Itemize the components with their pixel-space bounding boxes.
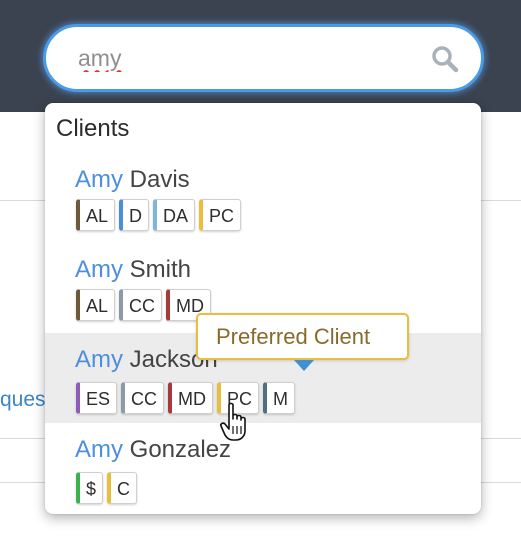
- results-section-title: Clients: [56, 115, 130, 142]
- search-box[interactable]: [43, 24, 484, 92]
- match-highlight: Amy: [75, 436, 123, 463]
- tag-badge[interactable]: CC: [119, 289, 163, 321]
- client-name[interactable]: Amy Davis: [75, 166, 190, 194]
- client-name[interactable]: Amy Gonzalez: [75, 436, 231, 464]
- client-result-item[interactable]: Amy Davis AL D DA PC: [45, 163, 481, 253]
- search-input[interactable]: [78, 41, 408, 75]
- client-badges: $ C: [76, 472, 138, 504]
- tag-badge[interactable]: C: [107, 472, 138, 504]
- tag-badge[interactable]: PC: [199, 199, 242, 231]
- tag-badge[interactable]: $: [76, 472, 104, 504]
- client-name-rest: Davis: [123, 166, 190, 193]
- badge-tooltip: Preferred Client: [196, 313, 409, 360]
- client-badges: AL CC MD: [76, 289, 212, 321]
- match-highlight: Amy: [75, 256, 123, 283]
- search-results-dropdown: Clients Amy Davis AL D DA PC Amy Smith A…: [45, 103, 481, 514]
- client-name[interactable]: Amy Smith: [75, 256, 191, 284]
- tag-badge[interactable]: AL: [76, 199, 116, 231]
- tag-badge[interactable]: DA: [153, 199, 196, 231]
- client-name-rest: Smith: [123, 256, 192, 283]
- client-badges: AL D DA PC: [76, 199, 242, 231]
- tag-badge[interactable]: AL: [76, 289, 116, 321]
- tooltip-arrow: [294, 360, 314, 371]
- tag-badge[interactable]: M: [263, 382, 296, 414]
- client-name-rest: Gonzalez: [123, 436, 232, 463]
- tag-badge[interactable]: D: [119, 199, 150, 231]
- tag-badge[interactable]: ES: [76, 382, 118, 414]
- background-link-partial[interactable]: ques: [0, 388, 46, 412]
- tag-badge[interactable]: MD: [168, 382, 214, 414]
- client-badges: ES CC MD PC M: [76, 382, 296, 414]
- hand-pointer-cursor-icon: [220, 402, 246, 441]
- tag-badge[interactable]: CC: [121, 382, 165, 414]
- match-highlight: Amy: [75, 346, 123, 373]
- search-icon[interactable]: [431, 45, 459, 73]
- match-highlight: Amy: [75, 166, 123, 193]
- client-result-item[interactable]: Amy Gonzalez $ C: [45, 423, 481, 513]
